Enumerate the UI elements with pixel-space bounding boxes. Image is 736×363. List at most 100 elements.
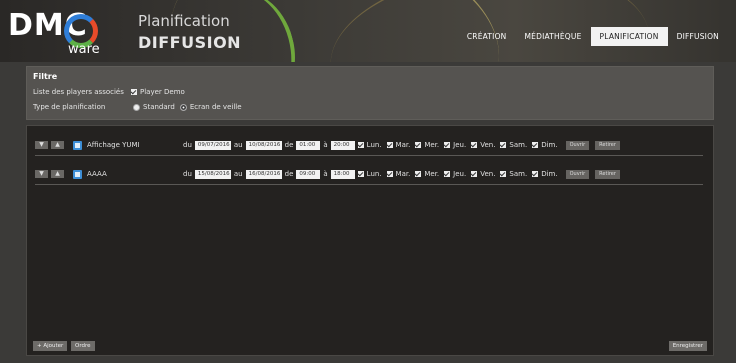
day-mer[interactable]: Mer. xyxy=(415,170,439,178)
table-row: ▼ ▲ Affichage YUMI du 09/07/2016 au 10/0… xyxy=(35,135,703,156)
day-checkbox[interactable] xyxy=(471,171,478,177)
standard-label: Standard xyxy=(143,103,175,111)
day-jeu[interactable]: Jeu. xyxy=(444,170,466,178)
type-row: Type de planification Standard Ecran de … xyxy=(33,103,242,111)
player-demo-label: Player Demo xyxy=(140,88,185,96)
to-date-input[interactable]: 10/08/2016 xyxy=(245,140,282,150)
day-lun[interactable]: Lun. xyxy=(357,170,382,178)
from-date-input[interactable]: 09/07/2016 xyxy=(194,140,231,150)
day-checkbox[interactable] xyxy=(386,171,393,177)
nav-diffusion[interactable]: DIFFUSION xyxy=(668,27,728,46)
day-label: Mer. xyxy=(424,141,440,149)
day-label: Mar. xyxy=(395,170,411,178)
move-up-button[interactable]: ▲ xyxy=(51,141,64,149)
day-sam[interactable]: Sam. xyxy=(500,141,527,149)
day-label: Dim. xyxy=(541,170,558,178)
day-checkbox[interactable] xyxy=(471,142,478,148)
from-label: du xyxy=(183,170,192,178)
day-label: Sam. xyxy=(509,141,528,149)
save-button[interactable]: Enregistrer xyxy=(668,341,707,351)
remove-button[interactable]: Retirer xyxy=(595,169,620,179)
day-lun[interactable]: Lun. xyxy=(357,141,382,149)
day-sam[interactable]: Sam. xyxy=(500,170,527,178)
day-dim[interactable]: Dim. xyxy=(532,141,558,149)
nav-creation[interactable]: CRÉATION xyxy=(458,27,516,46)
playlist-panel: ▼ ▲ Affichage YUMI du 09/07/2016 au 10/0… xyxy=(26,125,714,356)
day-label: Ven. xyxy=(480,141,496,149)
day-label: Jeu. xyxy=(453,141,467,149)
start-time-input[interactable]: 09:00 xyxy=(296,169,321,179)
open-button[interactable]: Ouvrir xyxy=(565,140,590,150)
playlist-name[interactable]: Affichage YUMI xyxy=(87,141,177,149)
day-mer[interactable]: Mer. xyxy=(415,141,439,149)
day-label: Lun. xyxy=(366,141,382,149)
from-date-input[interactable]: 15/08/2016 xyxy=(194,169,231,179)
ecran-veille-radio[interactable] xyxy=(179,103,187,111)
page-title: DIFFUSION xyxy=(138,33,242,52)
to-label: au xyxy=(233,141,243,149)
table-row: ▼ ▲ AAAA du 15/08/2016 au 16/08/2016 de … xyxy=(35,164,703,185)
day-label: Lun. xyxy=(366,170,382,178)
playlist-icon xyxy=(73,140,82,150)
day-checkbox[interactable] xyxy=(415,171,422,177)
day-checkbox[interactable] xyxy=(386,142,393,148)
open-button[interactable]: Ouvrir xyxy=(565,169,590,179)
end-label: à xyxy=(323,141,328,149)
day-checkbox[interactable] xyxy=(357,142,364,148)
day-label: Dim. xyxy=(541,141,558,149)
playlist-icon xyxy=(73,169,82,179)
end-time-input[interactable]: 20:00 xyxy=(330,140,355,150)
day-jeu[interactable]: Jeu. xyxy=(444,141,466,149)
day-label: Ven. xyxy=(480,170,496,178)
day-checkbox[interactable] xyxy=(532,142,539,148)
move-down-button[interactable]: ▼ xyxy=(35,170,48,178)
remove-button[interactable]: Retirer xyxy=(595,140,620,150)
day-label: Sam. xyxy=(509,170,528,178)
day-mar[interactable]: Mar. xyxy=(386,170,411,178)
day-checkbox[interactable] xyxy=(444,171,451,177)
day-dim[interactable]: Dim. xyxy=(532,170,558,178)
move-down-button[interactable]: ▼ xyxy=(35,141,48,149)
playlist-name[interactable]: AAAA xyxy=(87,170,177,178)
add-button[interactable]: + Ajouter xyxy=(33,341,68,351)
dmc-ware-logo[interactable]: DMC ware xyxy=(8,8,108,60)
day-checkbox[interactable] xyxy=(415,142,422,148)
day-ven[interactable]: Ven. xyxy=(471,170,495,178)
schedule-controls: du 09/07/2016 au 10/08/2016 de 01:00 à 2… xyxy=(183,140,620,150)
nav-mediatheque[interactable]: MÉDIATHÈQUE xyxy=(516,27,591,46)
logo-ware-text: ware xyxy=(68,42,100,57)
start-label: de xyxy=(284,170,294,178)
ecran-veille-label: Ecran de veille xyxy=(189,103,242,111)
day-checkbox[interactable] xyxy=(532,171,539,177)
players-label: Liste des players associés xyxy=(33,88,124,96)
app-header: DMC ware Planification DIFFUSION CRÉATIO… xyxy=(0,0,736,62)
schedule-controls: du 15/08/2016 au 16/08/2016 de 09:00 à 1… xyxy=(183,169,620,179)
day-checkbox[interactable] xyxy=(444,142,451,148)
end-time-input[interactable]: 18:00 xyxy=(330,169,355,179)
main-nav: CRÉATION MÉDIATHÈQUE PLANIFICATION DIFFU… xyxy=(458,27,728,46)
order-button[interactable]: Ordre xyxy=(71,341,95,351)
standard-radio[interactable] xyxy=(133,103,140,111)
start-label: de xyxy=(284,141,294,149)
end-label: à xyxy=(323,170,328,178)
day-checkbox[interactable] xyxy=(500,171,507,177)
day-ven[interactable]: Ven. xyxy=(471,141,495,149)
move-up-button[interactable]: ▲ xyxy=(51,170,64,178)
player-demo-checkbox[interactable] xyxy=(131,89,137,95)
day-label: Mar. xyxy=(395,141,411,149)
day-label: Mer. xyxy=(424,170,440,178)
day-checkbox[interactable] xyxy=(500,142,507,148)
from-label: du xyxy=(183,141,192,149)
type-label: Type de planification xyxy=(33,103,106,111)
day-label: Jeu. xyxy=(453,170,467,178)
filter-panel: Filtre Liste des players associés Player… xyxy=(26,66,714,120)
start-time-input[interactable]: 01:00 xyxy=(296,140,321,150)
day-mar[interactable]: Mar. xyxy=(386,141,411,149)
to-date-input[interactable]: 16/08/2016 xyxy=(245,169,282,179)
page-title-top: Planification xyxy=(138,12,230,30)
players-row: Liste des players associés Player Demo xyxy=(33,88,185,96)
filter-title: Filtre xyxy=(33,72,58,81)
to-label: au xyxy=(233,170,243,178)
day-checkbox[interactable] xyxy=(357,171,364,177)
nav-planification[interactable]: PLANIFICATION xyxy=(590,27,668,46)
